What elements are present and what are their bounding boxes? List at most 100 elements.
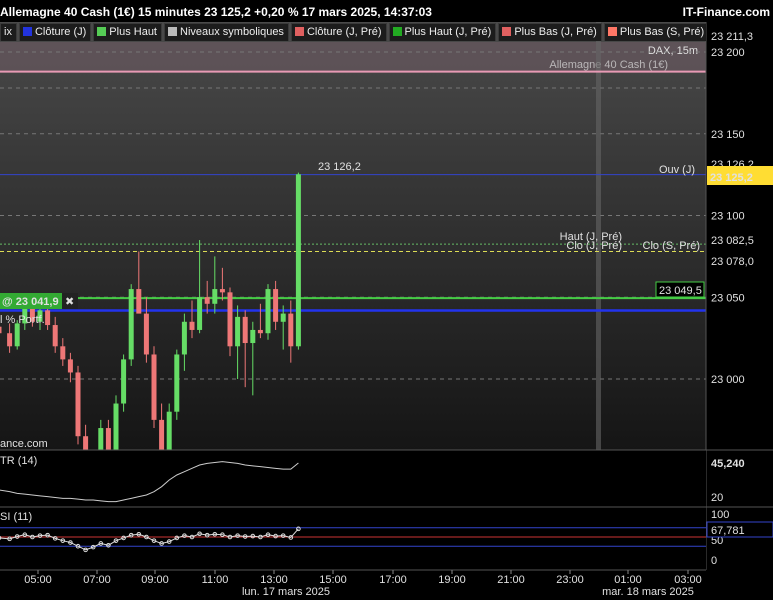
legend-item[interactable]: ix [0, 23, 17, 41]
legend-item[interactable]: Clôture (J) [18, 23, 92, 41]
candle-body [166, 411, 172, 453]
candle-body [219, 289, 225, 293]
candle-body [121, 359, 127, 404]
candle-body [273, 289, 279, 322]
date-label: lun. 17 mars 2025 [242, 586, 330, 598]
time-tick-label: 21:00 [497, 574, 525, 586]
candle-body [143, 313, 149, 355]
price-tick-label: 23 150 [711, 129, 745, 141]
candle-body [151, 354, 157, 420]
atr-tick: 20 [711, 492, 723, 504]
candle-body [128, 289, 134, 360]
rsi-panel [0, 507, 706, 570]
price-tick-label: 23 100 [711, 211, 745, 223]
candle-body [0, 326, 2, 334]
high-annotation: 23 126,2 [318, 161, 361, 173]
indicator-legend: ix Clôture (J) Plus Haut Niveaux symbolique… [0, 23, 706, 41]
candle-body [136, 289, 142, 314]
candle-body [60, 346, 66, 360]
atr-value: 45,240 [711, 458, 745, 470]
legend-swatch-icon [168, 27, 177, 36]
candle-body [212, 289, 218, 304]
candle-body [14, 323, 20, 347]
current-price: 23 125,2 [710, 172, 753, 184]
candle-body [204, 297, 210, 304]
watermark-subtitle: DAX, 15m [648, 45, 698, 57]
time-tick-label: 17:00 [379, 574, 407, 586]
time-tick-label: 03:00 [674, 574, 702, 586]
price-top-value: 23 211,3 [711, 31, 753, 43]
atr-label: TR (14) [0, 455, 37, 467]
time-tick-label: 13:00 [260, 574, 288, 586]
candle-body [227, 292, 233, 347]
legend-swatch-icon [22, 27, 32, 36]
position-label: @ 23 041,9 [2, 296, 59, 308]
time-tick-label: 11:00 [202, 574, 229, 586]
candle-body [257, 329, 263, 334]
candle-body [174, 354, 180, 412]
ouv-label: Ouv (J) [659, 164, 695, 176]
legend-swatch-icon [294, 27, 304, 36]
time-tick-label: 01:00 [614, 574, 642, 586]
legend-label: Clôture (J, Pré) [306, 26, 382, 38]
rsi-tick: 0 [711, 555, 717, 567]
candle-body [67, 359, 73, 373]
candle-body [235, 316, 241, 347]
price-tick-label: 23 050 [711, 292, 745, 304]
price-tick-label: 23 000 [711, 374, 745, 386]
close-icon: ✖ [65, 296, 74, 308]
candle-body [189, 321, 195, 330]
candle-body [181, 321, 187, 355]
legend-item[interactable]: Plus Haut [93, 23, 162, 41]
legend-item[interactable]: Clôture (J, Pré) [290, 23, 387, 41]
legend-swatch-icon [97, 27, 107, 36]
candle-body [295, 174, 301, 347]
rsi-label: SI (11) [0, 511, 32, 523]
legend-label: Plus Bas (S, Pré) [619, 26, 705, 38]
time-tick-label: 23:00 [556, 574, 584, 586]
legend-label: ix [4, 26, 12, 38]
date-label: mar. 18 mars 2025 [602, 586, 694, 598]
price-tick-label: 23 200 [711, 47, 745, 59]
level-box-value: 23 049,5 [659, 285, 702, 297]
overlap-label: 23 078,0 [711, 256, 754, 268]
candle-body [45, 310, 51, 326]
time-tick-label: 15:00 [319, 574, 347, 586]
legend-item[interactable]: Niveaux symboliques [164, 23, 289, 41]
price-chart[interactable]: Allemagne 40 Cash (1€) DAX, 15m ance.com 23… [0, 0, 773, 600]
legend-item[interactable]: Plus Bas (S, Pré) [603, 23, 706, 41]
time-tick-label: 05:00 [24, 574, 52, 586]
candle-body [197, 297, 203, 330]
candle-body [75, 372, 81, 437]
candle-body [265, 289, 271, 334]
overlap-label: 23 082,5 [711, 235, 754, 247]
candle-body [250, 329, 256, 344]
legend-label: Clôture (J) [34, 26, 87, 38]
legend-swatch-icon [502, 27, 512, 36]
legend-label: Plus Haut [109, 26, 157, 38]
rsi-value: 67,781 [711, 525, 745, 537]
candle-body [280, 313, 286, 322]
chart-window: { "header": { "title": "Allemagne 40 Cas… [0, 0, 773, 600]
legend-swatch-icon [607, 27, 617, 36]
watermark-footer: ance.com [0, 438, 48, 450]
rsi-tick: 100 [711, 509, 729, 521]
candle-body [242, 316, 248, 344]
time-tick-label: 07:00 [83, 574, 111, 586]
candle-body [52, 325, 58, 347]
position-portfolio: l % Portf. [0, 314, 45, 326]
legend-label: Niveaux symboliques [180, 26, 284, 38]
candle-body [159, 419, 165, 453]
legend-item[interactable]: Plus Haut (J, Pré) [388, 23, 497, 41]
legend-item[interactable]: Plus Bas (J, Pré) [498, 23, 602, 41]
legend-label: Plus Bas (J, Pré) [514, 26, 597, 38]
candle-body [7, 333, 13, 347]
legend-label: Plus Haut (J, Pré) [404, 26, 492, 38]
time-tick-label: 19:00 [438, 574, 466, 586]
clo-pre-label: Clo (J, Pré) [566, 240, 622, 252]
time-tick-label: 09:00 [141, 574, 169, 586]
watermark-title: Allemagne 40 Cash (1€) [549, 59, 668, 71]
legend-swatch-icon [392, 27, 402, 36]
atr-panel [0, 450, 706, 507]
candle-body [288, 313, 294, 347]
